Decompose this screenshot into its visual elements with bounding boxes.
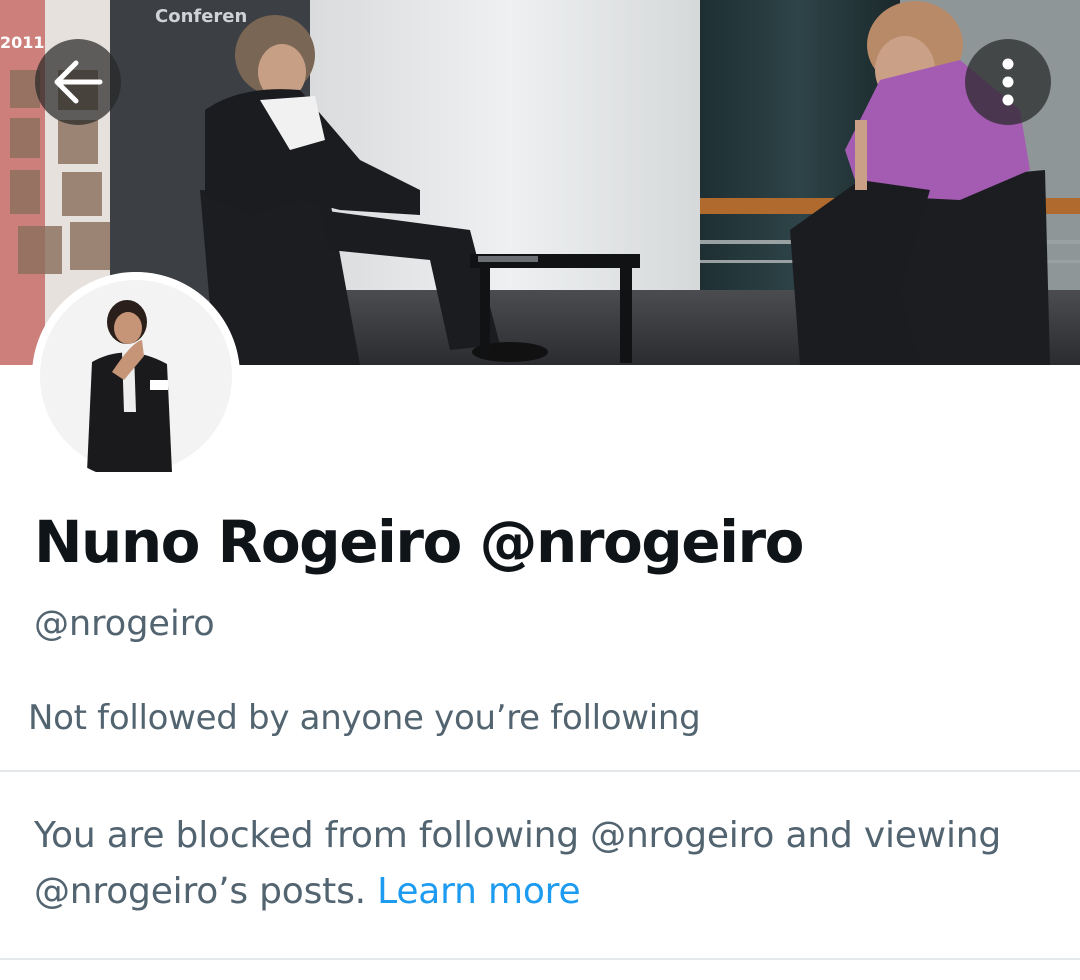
section-divider (0, 770, 1080, 772)
profile-avatar[interactable] (32, 272, 240, 480)
banner-text: Conferen (155, 6, 247, 27)
more-vertical-icon (1002, 58, 1014, 106)
arrow-left-icon (54, 60, 103, 104)
profile-handle: @nrogeiro (34, 604, 215, 644)
profile-page: Conferen 2011 Nuno Rogeiro @nrogeiro @nr… (0, 0, 1080, 980)
section-divider-bottom (0, 958, 1080, 960)
banner-year: 2011 (0, 33, 45, 52)
blocked-notice: You are blocked from following @nrogeiro… (34, 808, 1044, 920)
profile-display-name: Nuno Rogeiro @nrogeiro (34, 508, 804, 576)
back-button[interactable] (35, 39, 121, 125)
followers-you-know-text: Not followed by anyone you’re following (28, 698, 701, 738)
more-options-button[interactable] (965, 39, 1051, 125)
learn-more-link[interactable]: Learn more (377, 871, 581, 912)
